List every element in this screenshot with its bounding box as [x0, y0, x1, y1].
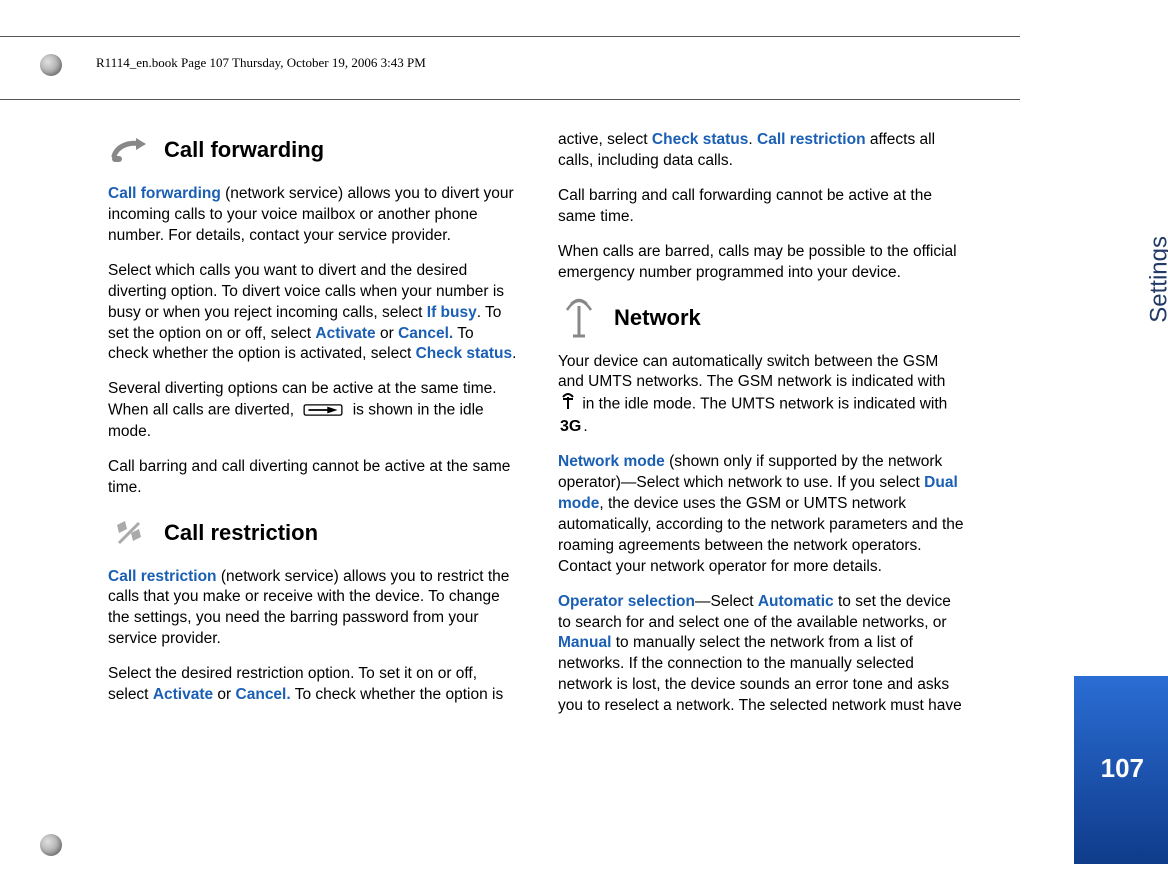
heading-call-restriction: Call restriction	[164, 518, 318, 548]
term-cancel: Cancel.	[398, 325, 453, 342]
heading-network: Network	[614, 303, 701, 333]
paragraph: Your device can automatically switch bet…	[558, 352, 968, 439]
gsm-signal-icon	[560, 393, 576, 416]
paragraph: Several diverting options can be active …	[108, 379, 518, 442]
section-heading-call-forwarding: Call forwarding	[108, 130, 518, 170]
text: .	[583, 418, 587, 435]
text: or	[376, 325, 398, 342]
paragraph: Call restriction (network service) allow…	[108, 567, 518, 651]
term-cancel: Cancel.	[236, 686, 291, 703]
text: or	[213, 686, 235, 703]
text: Your device can automatically switch bet…	[558, 353, 945, 391]
term-if-busy: If busy	[427, 304, 477, 321]
call-restriction-icon	[108, 513, 150, 553]
text: active, select	[558, 131, 652, 148]
text: in the idle mode. The UMTS network is in…	[582, 396, 947, 413]
paragraph: active, select Check status. Call restri…	[558, 130, 968, 172]
paragraph: Call forwarding (network service) allows…	[108, 184, 518, 247]
column-left: Call forwarding Call forwarding (network…	[108, 130, 518, 731]
text: to manually select the network from a li…	[558, 634, 962, 714]
paragraph: Network mode (shown only if supported by…	[558, 452, 968, 578]
term-check-status: Check status	[652, 131, 748, 148]
section-heading-network: Network	[558, 298, 968, 338]
paragraph: Call barring and call diverting cannot b…	[108, 457, 518, 499]
3g-icon: 3G	[560, 416, 581, 438]
text: —Select	[695, 593, 758, 610]
side-thumb-tab: Settings 107	[1074, 36, 1168, 864]
paragraph: Select which calls you want to divert an…	[108, 261, 518, 366]
text: To check whether the option is	[291, 686, 504, 703]
binder-hole-icon	[40, 834, 62, 856]
text: , the device uses the GSM or UMTS networ…	[558, 495, 964, 575]
term-network-mode: Network mode	[558, 453, 665, 470]
column-right: active, select Check status. Call restri…	[558, 130, 968, 731]
term-automatic: Automatic	[758, 593, 834, 610]
page-number: 107	[1101, 753, 1144, 784]
term-call-restriction: Call restriction	[757, 131, 866, 148]
side-tab-upper: Settings	[1074, 36, 1168, 676]
term-call-forwarding: Call forwarding	[108, 185, 221, 202]
term-check-status: Check status	[416, 345, 512, 362]
heading-call-forwarding: Call forwarding	[164, 135, 324, 165]
paragraph: Call barring and call forwarding cannot …	[558, 186, 968, 228]
divert-all-icon	[300, 400, 346, 421]
text: .	[512, 345, 516, 362]
paragraph: When calls are barred, calls may be poss…	[558, 242, 968, 284]
book-page-header: R1114_en.book Page 107 Thursday, October…	[96, 55, 426, 71]
term-call-restriction: Call restriction	[108, 568, 217, 585]
paragraph: Select the desired restriction option. T…	[108, 664, 518, 706]
paragraph: Operator selection—Select Automatic to s…	[558, 592, 968, 718]
term-activate: Activate	[315, 325, 375, 342]
network-antenna-icon	[558, 298, 600, 338]
text: .	[748, 131, 757, 148]
term-manual: Manual	[558, 634, 611, 651]
section-heading-call-restriction: Call restriction	[108, 513, 518, 553]
binder-hole-icon	[40, 54, 62, 76]
term-operator-selection: Operator selection	[558, 593, 695, 610]
term-activate: Activate	[153, 686, 213, 703]
call-forward-icon	[108, 130, 150, 170]
chapter-label: Settings	[1146, 236, 1168, 323]
content-columns: Call forwarding Call forwarding (network…	[108, 130, 968, 731]
